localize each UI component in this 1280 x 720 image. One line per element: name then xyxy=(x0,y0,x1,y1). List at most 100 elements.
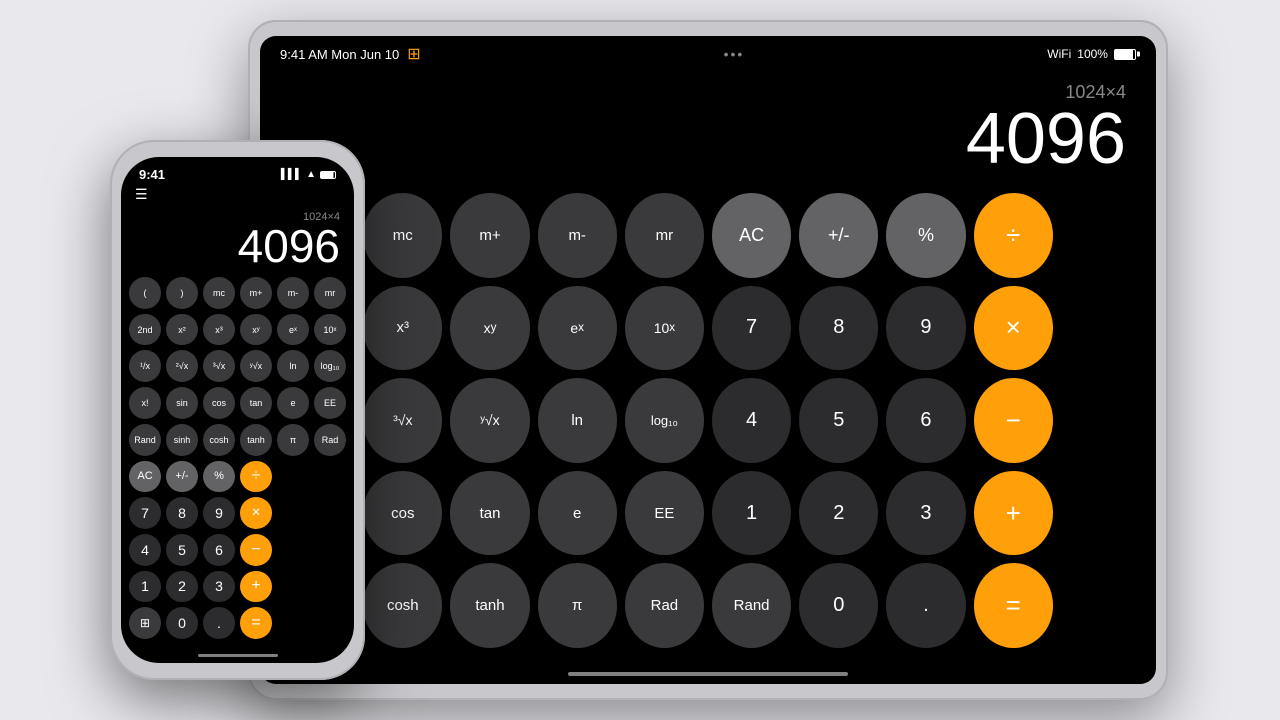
ipad-btn-cos[interactable]: cos xyxy=(363,471,442,556)
iphone-btn-sqrty[interactable]: ʸ√x xyxy=(240,350,272,382)
ipad-btn-1[interactable]: 1 xyxy=(712,471,791,556)
ipad-btn-tanh[interactable]: tanh xyxy=(450,563,529,648)
ipad-btn-minus[interactable]: − xyxy=(974,378,1053,463)
iphone-btn-cos[interactable]: cos xyxy=(203,387,235,419)
iphone-btn-4[interactable]: 4 xyxy=(129,534,161,566)
iphone-btn-divide[interactable]: ÷ xyxy=(240,461,272,493)
iphone-btn-e[interactable]: e xyxy=(277,387,309,419)
ipad-btn-sqrt3[interactable]: ³√x xyxy=(363,378,442,463)
iphone-btn-paren-close[interactable]: ) xyxy=(166,277,198,309)
iphone-btn-equals[interactable]: = xyxy=(240,607,272,639)
ipad-btn-tan[interactable]: tan xyxy=(450,471,529,556)
iphone-btn-sqrt3[interactable]: ³√x xyxy=(203,350,235,382)
iphone-btn-percent[interactable]: % xyxy=(203,461,235,493)
iphone-btn-multiply[interactable]: × xyxy=(240,497,272,529)
ipad-btn-divide[interactable]: ÷ xyxy=(974,193,1053,278)
ipad-device: 9:41 AM Mon Jun 10 ⊞ ••• WiFi 100% 1024 ×… xyxy=(248,20,1168,700)
ipad-btn-mplus[interactable]: m+ xyxy=(450,193,529,278)
ipad-btn-mminus[interactable]: m- xyxy=(538,193,617,278)
ipad-btn-ln[interactable]: ln xyxy=(538,378,617,463)
iphone-btn-7[interactable]: 7 xyxy=(129,497,161,529)
iphone-btn-ee[interactable]: EE xyxy=(314,387,346,419)
iphone-device: 9:41 ▌▌▌ ▲ ☰ 1024×4 4096 ( ) mc m+ m- mr… xyxy=(110,140,365,680)
ipad-btn-0[interactable]: 0 xyxy=(799,563,878,648)
iphone-btn-2nd[interactable]: 2nd xyxy=(129,314,161,346)
ipad-btn-ac[interactable]: AC xyxy=(712,193,791,278)
iphone-btn-8[interactable]: 8 xyxy=(166,497,198,529)
ipad-btn-mr[interactable]: mr xyxy=(625,193,704,278)
ipad-btn-ex[interactable]: ex xyxy=(538,286,617,371)
iphone-btn-2[interactable]: 2 xyxy=(166,571,198,603)
iphone-btn-tanh[interactable]: tanh xyxy=(240,424,272,456)
iphone-btn-3[interactable]: 3 xyxy=(203,571,235,603)
iphone-btn-grid[interactable]: ⊞ xyxy=(129,607,161,639)
iphone-btn-plus[interactable]: + xyxy=(240,571,272,603)
iphone-btn-ac[interactable]: AC xyxy=(129,461,161,493)
ipad-btn-x3[interactable]: x³ xyxy=(363,286,442,371)
iphone-btn-9[interactable]: 9 xyxy=(203,497,235,529)
ipad-btn-rand[interactable]: Rand xyxy=(712,563,791,648)
iphone-btn-minus[interactable]: − xyxy=(240,534,272,566)
ipad-btn-xy[interactable]: xy xyxy=(450,286,529,371)
ipad-btn-cosh[interactable]: cosh xyxy=(363,563,442,648)
ipad-btn-4[interactable]: 4 xyxy=(712,378,791,463)
ipad-btn-mc[interactable]: mc xyxy=(363,193,442,278)
iphone-time: 9:41 xyxy=(139,167,165,182)
iphone-btn-1[interactable]: 1 xyxy=(129,571,161,603)
iphone-btn-log10[interactable]: log₁₀ xyxy=(314,350,346,382)
iphone-btn-0[interactable]: 0 xyxy=(166,607,198,639)
iphone-btn-x2[interactable]: x² xyxy=(166,314,198,346)
iphone-btn-5[interactable]: 5 xyxy=(166,534,198,566)
iphone-btn-sinh[interactable]: sinh xyxy=(166,424,198,456)
iphone-display: 1024×4 4096 xyxy=(121,207,354,273)
iphone-menu-icon[interactable]: ☰ xyxy=(121,186,354,207)
iphone-btn-dot[interactable]: . xyxy=(203,607,235,639)
iphone-btn-rad[interactable]: Rad xyxy=(314,424,346,456)
ipad-btn-sign[interactable]: +/- xyxy=(799,193,878,278)
ipad-btn-pi[interactable]: π xyxy=(538,563,617,648)
iphone-btn-paren-open[interactable]: ( xyxy=(129,277,161,309)
ipad-status-bar: 9:41 AM Mon Jun 10 ⊞ ••• WiFi 100% xyxy=(260,36,1156,72)
iphone-btn-reciprocal[interactable]: ¹/x xyxy=(129,350,161,382)
iphone-btn-ln[interactable]: ln xyxy=(277,350,309,382)
iphone-btn-10x[interactable]: 10ˣ xyxy=(314,314,346,346)
iphone-btn-pi[interactable]: π xyxy=(277,424,309,456)
ipad-btn-10x[interactable]: 10x xyxy=(625,286,704,371)
sidebar-icon[interactable]: ⊞ xyxy=(407,44,420,64)
iphone-btn-x3[interactable]: x³ xyxy=(203,314,235,346)
ipad-home-indicator xyxy=(260,664,1156,684)
ipad-btn-percent[interactable]: % xyxy=(886,193,965,278)
ipad-btn-log10[interactable]: log₁₀ xyxy=(625,378,704,463)
ipad-btn-2[interactable]: 2 xyxy=(799,471,878,556)
ipad-btn-6[interactable]: 6 xyxy=(886,378,965,463)
iphone-home-bar xyxy=(198,654,278,657)
iphone-btn-sqrt2[interactable]: ²√x xyxy=(166,350,198,382)
ipad-btn-5[interactable]: 5 xyxy=(799,378,878,463)
iphone-btn-cosh[interactable]: cosh xyxy=(203,424,235,456)
iphone-btn-xy[interactable]: xʸ xyxy=(240,314,272,346)
iphone-btn-sin[interactable]: sin xyxy=(166,387,198,419)
ipad-btn-8[interactable]: 8 xyxy=(799,286,878,371)
ipad-btn-9[interactable]: 9 xyxy=(886,286,965,371)
ipad-btn-plus[interactable]: + xyxy=(974,471,1053,556)
ipad-btn-sqrty[interactable]: ʸ√x xyxy=(450,378,529,463)
ipad-btn-dot[interactable]: . xyxy=(886,563,965,648)
ipad-btn-3[interactable]: 3 xyxy=(886,471,965,556)
ipad-btn-e[interactable]: e xyxy=(538,471,617,556)
iphone-btn-mplus[interactable]: m+ xyxy=(240,277,272,309)
iphone-btn-mc[interactable]: mc xyxy=(203,277,235,309)
iphone-signal-icon: ▌▌▌ xyxy=(281,169,302,180)
ipad-btn-rad[interactable]: Rad xyxy=(625,563,704,648)
ipad-btn-multiply[interactable]: × xyxy=(974,286,1053,371)
ipad-btn-7[interactable]: 7 xyxy=(712,286,791,371)
iphone-btn-6[interactable]: 6 xyxy=(203,534,235,566)
iphone-btn-factorial[interactable]: x! xyxy=(129,387,161,419)
iphone-btn-rand[interactable]: Rand xyxy=(129,424,161,456)
iphone-btn-tan[interactable]: tan xyxy=(240,387,272,419)
iphone-btn-ex[interactable]: eˣ xyxy=(277,314,309,346)
iphone-btn-mr[interactable]: mr xyxy=(314,277,346,309)
ipad-btn-ee[interactable]: EE xyxy=(625,471,704,556)
iphone-btn-sign[interactable]: +/- xyxy=(166,461,198,493)
ipad-btn-equals[interactable]: = xyxy=(974,563,1053,648)
iphone-btn-mminus[interactable]: m- xyxy=(277,277,309,309)
